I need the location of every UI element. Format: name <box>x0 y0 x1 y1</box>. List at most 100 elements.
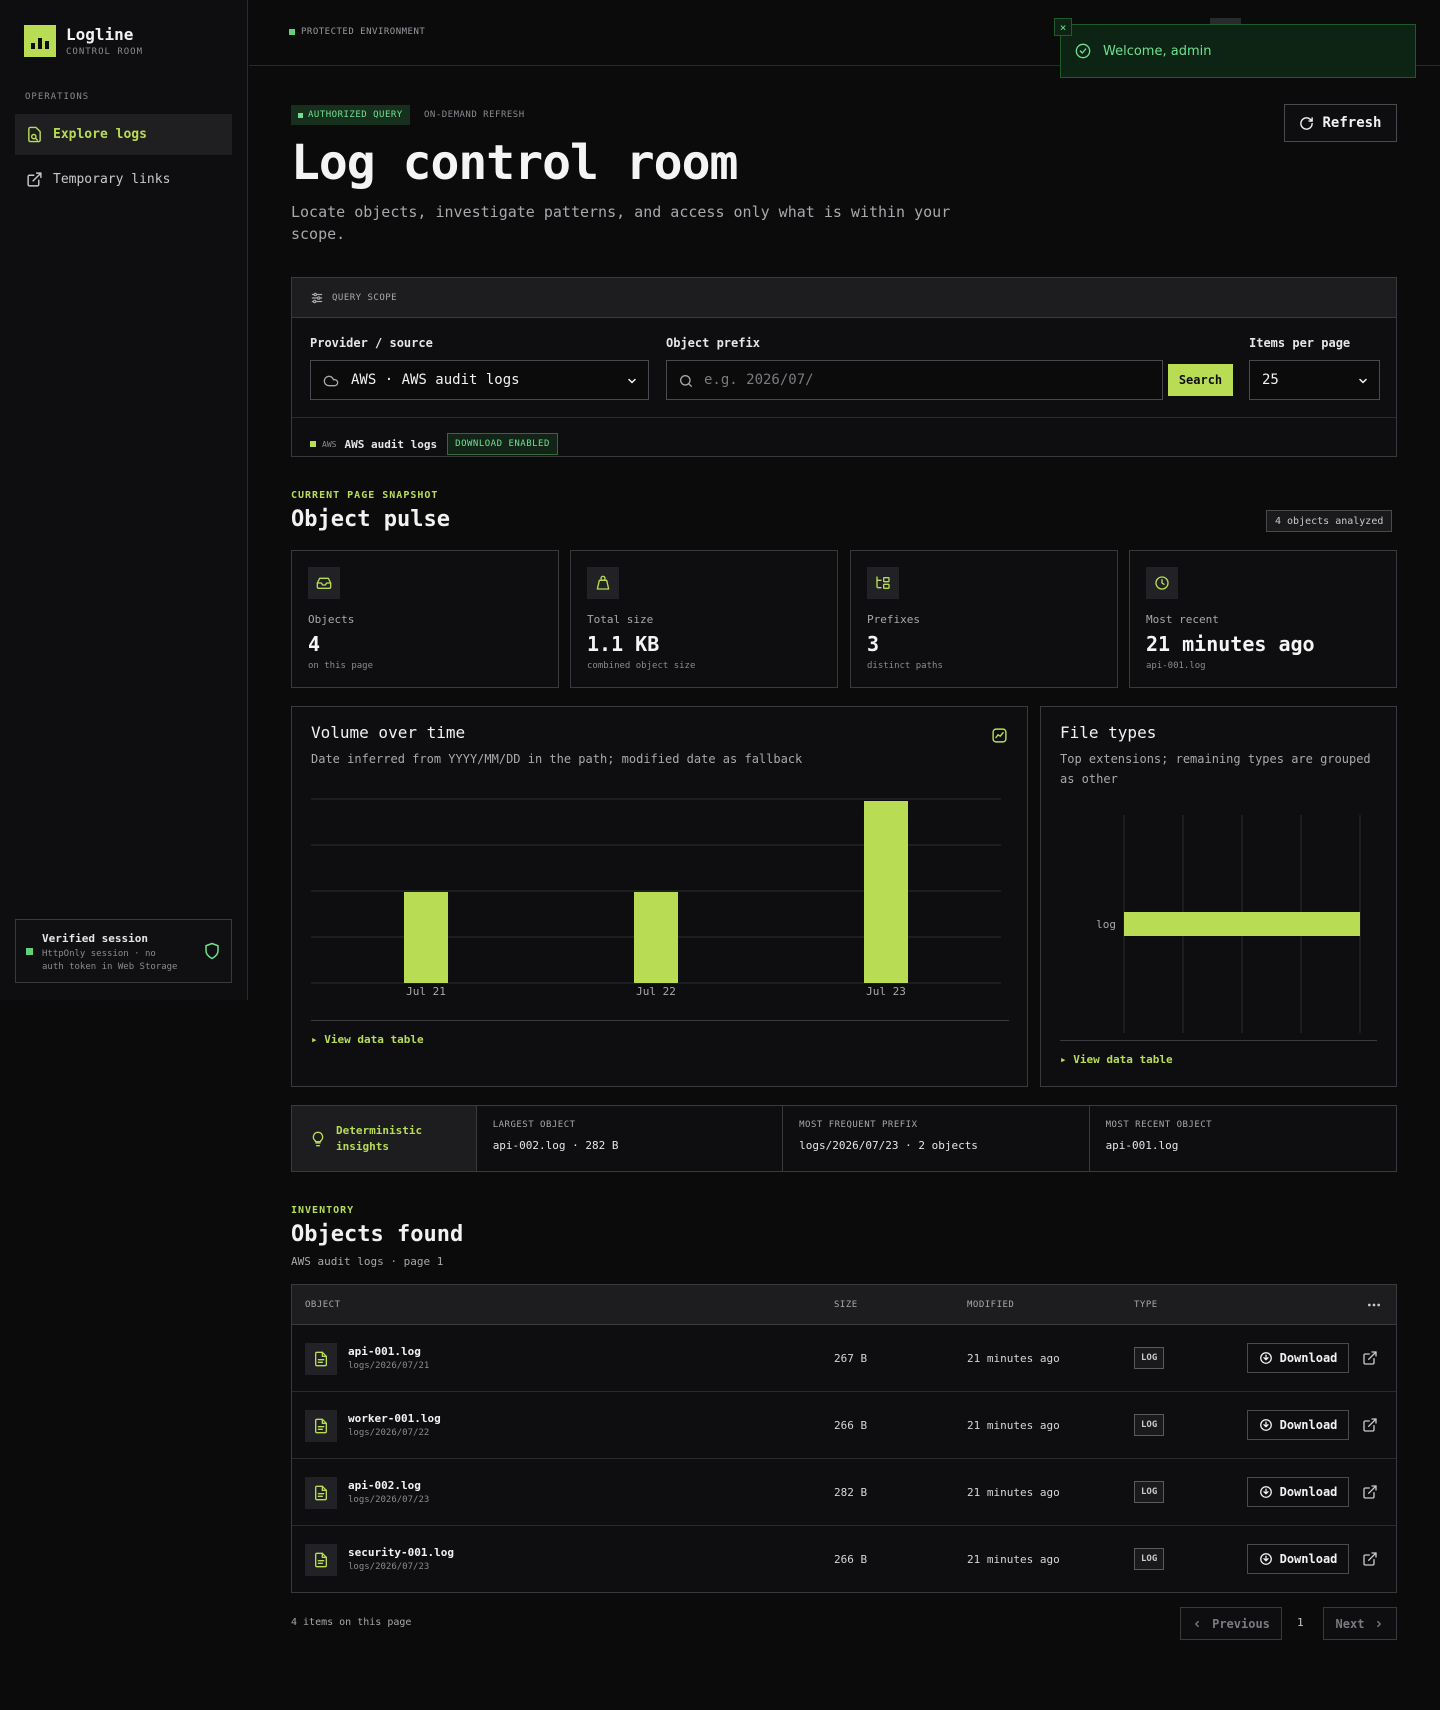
stat-value: 1.1 KB <box>587 632 660 656</box>
provider-select[interactable]: AWS · AWS audit logs <box>310 360 649 400</box>
stat-label: Most recent <box>1146 613 1219 626</box>
shield-icon <box>205 942 219 960</box>
download-button[interactable]: Download <box>1247 1343 1349 1373</box>
types-view-data-table-toggle[interactable]: ▸ View data table <box>1060 1053 1173 1066</box>
volume-bar[interactable] <box>864 801 908 983</box>
object-modified: 21 minutes ago <box>967 1352 1060 1365</box>
next-page-button[interactable]: Next <box>1323 1607 1397 1640</box>
check-circle-icon <box>1075 43 1091 59</box>
stat-subtitle: api-001.log <box>1146 661 1206 671</box>
sidebar-item-temporary-links[interactable]: Temporary links <box>15 159 232 200</box>
insights-strip: Deterministic insights LARGEST OBJECT ap… <box>291 1105 1397 1172</box>
object-name[interactable]: worker-001.log <box>348 1412 441 1425</box>
folder-tree-icon <box>867 567 899 599</box>
refresh-label: Refresh <box>1322 115 1382 131</box>
type-badge: LOG <box>1134 1347 1165 1369</box>
column-header-object[interactable]: OBJECT <box>305 1300 341 1310</box>
chevron-right-icon <box>1377 1620 1382 1627</box>
external-link-icon <box>27 172 42 187</box>
volume-bar[interactable] <box>634 892 678 983</box>
pulse-eyebrow: CURRENT PAGE SNAPSHOT <box>291 490 439 501</box>
brand[interactable]: Logline CONTROL ROOM <box>24 25 143 57</box>
stat-card-objects: Objects 4 on this page <box>291 550 559 688</box>
download-icon <box>1259 1553 1272 1565</box>
object-name[interactable]: security-001.log <box>348 1546 454 1559</box>
column-header-modified[interactable]: MODIFIED <box>967 1300 1014 1310</box>
object-path: logs/2026/07/23 <box>348 1562 430 1572</box>
next-label: Next <box>1335 1616 1365 1631</box>
x-tick-label: Jul 23 <box>866 985 906 995</box>
chart-divider <box>311 1020 1009 1021</box>
download-button[interactable]: Download <box>1247 1477 1349 1507</box>
previous-page-button[interactable]: Previous <box>1180 1607 1282 1640</box>
sidebar-item-label: Temporary links <box>53 172 171 187</box>
volume-bar[interactable] <box>404 892 448 983</box>
download-label: Download <box>1279 1485 1338 1499</box>
search-button[interactable]: Search <box>1168 364 1233 396</box>
object-path: logs/2026/07/21 <box>348 1361 430 1371</box>
previous-label: Previous <box>1212 1616 1270 1631</box>
provider-label: Provider / source <box>310 336 433 350</box>
page-description: Locate objects, investigate patterns, an… <box>291 203 951 243</box>
file-icon <box>305 1410 337 1442</box>
toast-message: Welcome, admin <box>1103 43 1212 59</box>
chevron-left-icon <box>1195 1620 1199 1627</box>
objects-table: OBJECT SIZE MODIFIED TYPE api-001.log lo… <box>291 1284 1397 1593</box>
inventory-eyebrow: INVENTORY <box>291 1205 355 1216</box>
stat-label: Prefixes <box>867 613 920 626</box>
external-link-icon[interactable] <box>1362 1350 1378 1366</box>
insight-frequent-prefix: MOST FREQUENT PREFIX logs/2026/07/23 · 2… <box>783 1106 1090 1171</box>
prefix-placeholder: e.g. 2026/07/ <box>704 372 814 388</box>
stat-subtitle: distinct paths <box>867 661 943 671</box>
x-tick-label: Jul 22 <box>636 985 676 995</box>
column-header-type[interactable]: TYPE <box>1134 1300 1158 1310</box>
insight-recent-object: MOST RECENT OBJECT api-001.log <box>1090 1106 1396 1171</box>
sliders-icon <box>311 292 323 303</box>
download-button[interactable]: Download <box>1247 1410 1349 1440</box>
prefix-input[interactable]: e.g. 2026/07/ <box>666 360 1163 400</box>
stat-subtitle: on this page <box>308 661 374 671</box>
more-options-icon[interactable] <box>1366 1297 1382 1313</box>
query-scope-panel: QUERY SCOPE Provider / source AWS · AWS … <box>291 277 1397 457</box>
object-name[interactable]: api-002.log <box>348 1479 421 1492</box>
column-header-size[interactable]: SIZE <box>834 1300 858 1310</box>
source-provider: AWS <box>322 439 337 449</box>
stat-value: 21 minutes ago <box>1146 632 1315 656</box>
external-link-icon[interactable] <box>1362 1551 1378 1567</box>
download-icon <box>1259 1419 1272 1431</box>
table-row: worker-001.log logs/2026/07/22 266 B 21 … <box>292 1392 1396 1459</box>
type-badge: LOG <box>1134 1414 1165 1436</box>
file-types-bar-chart: log <box>1096 815 1361 1033</box>
per-page-select[interactable]: 25 <box>1249 360 1380 400</box>
insight-value: api-001.log <box>1105 1139 1179 1152</box>
insights-title: Deterministic insights <box>336 1123 423 1153</box>
environment-label: PROTECTED ENVIRONMENT <box>301 27 426 37</box>
insights-header: Deterministic insights <box>292 1106 477 1171</box>
stat-card-prefixes: Prefixes 3 distinct paths <box>850 550 1118 688</box>
sidebar-item-explore-logs[interactable]: Explore logs <box>15 114 232 155</box>
file-types-subtitle: Top extensions; remaining types are grou… <box>1060 752 1371 786</box>
refresh-icon <box>1300 116 1314 130</box>
external-link-icon[interactable] <box>1362 1417 1378 1433</box>
volume-view-data-table-toggle[interactable]: ▸ View data table <box>311 1033 424 1046</box>
provider-select-value: AWS · AWS audit logs <box>351 372 520 388</box>
external-link-icon[interactable] <box>1362 1484 1378 1500</box>
object-name[interactable]: api-001.log <box>348 1345 421 1358</box>
sidebar: Logline CONTROL ROOM OPERATIONS Explore … <box>0 0 248 1000</box>
session-subtitle: HttpOnly session · no auth token in Web … <box>42 949 178 972</box>
stat-subtitle: combined object size <box>587 661 696 671</box>
clock-icon <box>1146 567 1178 599</box>
brand-name: Logline <box>66 24 134 44</box>
download-button[interactable]: Download <box>1247 1544 1349 1574</box>
file-icon <box>305 1544 337 1576</box>
prefix-label: Object prefix <box>666 336 760 350</box>
chevron-down-icon <box>628 378 636 384</box>
chevron-down-icon <box>1359 378 1367 384</box>
inventory-title: Objects found <box>291 1222 464 1247</box>
inventory-subtitle: AWS audit logs · page 1 <box>291 1255 444 1268</box>
current-page-number[interactable]: 1 <box>1297 1616 1304 1629</box>
refresh-button[interactable]: Refresh <box>1284 104 1397 142</box>
file-type-bar[interactable] <box>1124 912 1360 936</box>
toast-close-button[interactable]: × <box>1054 18 1072 36</box>
file-types-panel: File types Top extensions; remaining typ… <box>1040 706 1397 1087</box>
